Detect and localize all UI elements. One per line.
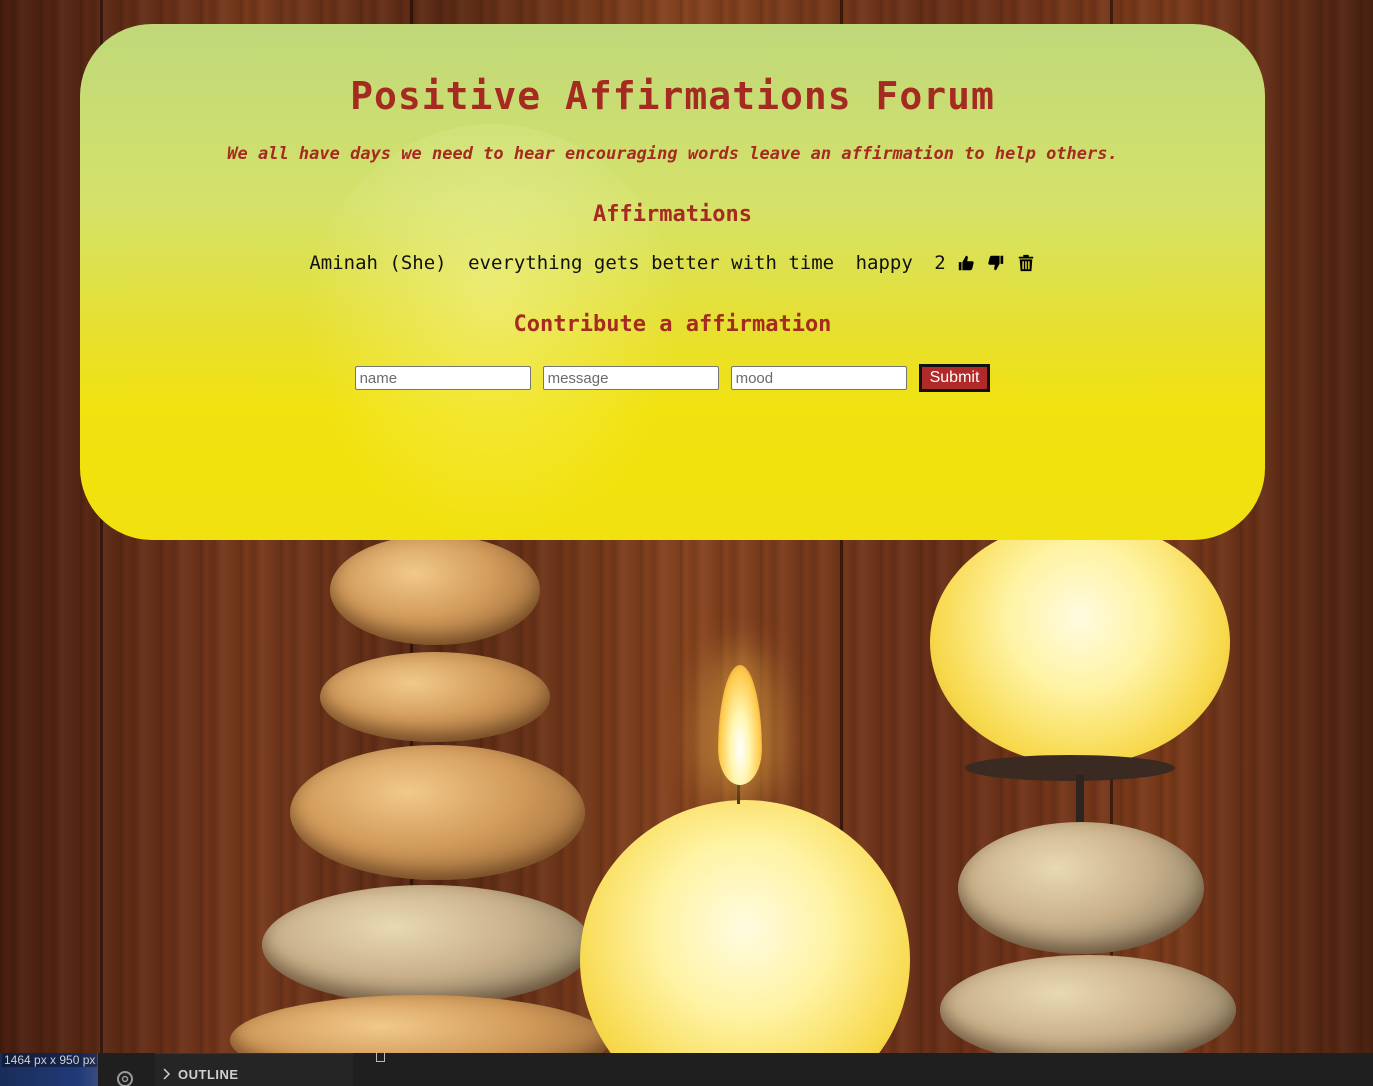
affirmation-message: everything gets better with time (468, 252, 835, 274)
gear-icon[interactable] (110, 1067, 140, 1086)
page-title: Positive Affirmations Forum (350, 74, 995, 118)
affirmation-author: Aminah (She) (309, 252, 447, 274)
affirmations-heading: Affirmations (593, 202, 752, 227)
list-item: Aminah (She) everything gets better with… (80, 252, 1265, 274)
contribute-heading: Contribute a affirmation (513, 312, 832, 337)
thumbs-up-icon[interactable] (956, 253, 976, 273)
affirmation-mood: happy (855, 252, 913, 274)
dimensions-readout: 1464 px x 950 px (2, 1053, 98, 1067)
thumbs-down-icon[interactable] (986, 253, 1006, 273)
name-input[interactable] (354, 366, 531, 390)
affirmation-likes: 2 (934, 252, 946, 274)
chevron-right-icon[interactable] (162, 1067, 172, 1081)
affirmation-form: Submit (80, 364, 1265, 392)
page-subtitle: We all have days we need to hear encoura… (227, 144, 1118, 164)
forum-card: Positive Affirmations Forum We all have … (80, 24, 1265, 540)
affirmation-list: Aminah (She) everything gets better with… (80, 252, 1265, 274)
trash-icon[interactable] (1016, 253, 1036, 273)
outline-section-header[interactable]: OUTLINE (178, 1067, 239, 1082)
message-input[interactable] (542, 366, 719, 390)
mood-input[interactable] (730, 366, 907, 390)
submit-button[interactable]: Submit (918, 364, 991, 392)
editor-status-bar: 1464 px x 950 px OUTLINE (0, 1053, 1373, 1086)
panel-marker (376, 1053, 385, 1062)
